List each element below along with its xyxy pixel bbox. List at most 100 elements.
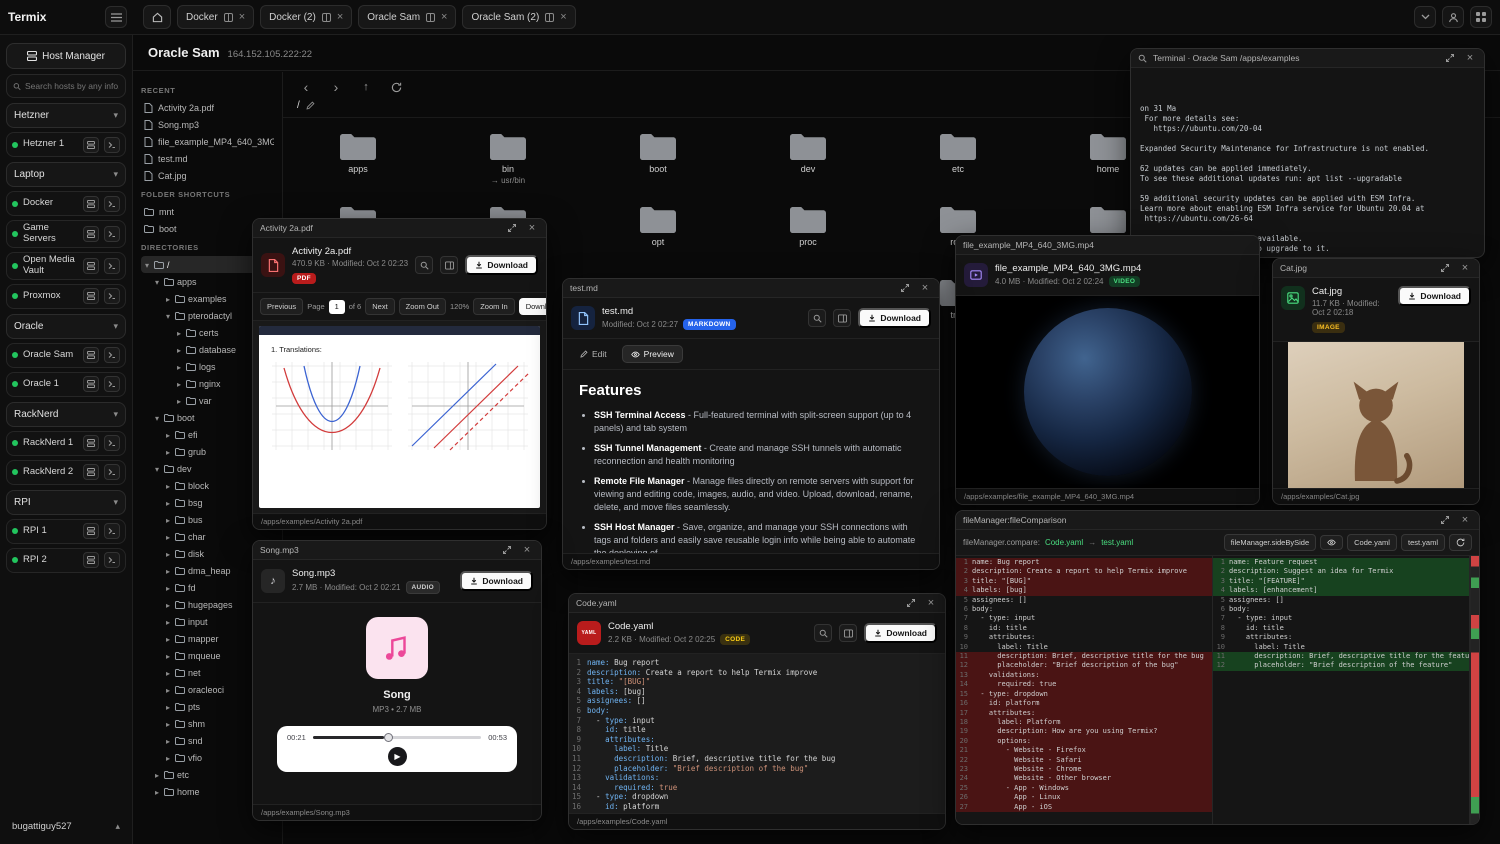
terminal-window-header[interactable]: Terminal · Oracle Sam /apps/examples: [1131, 49, 1484, 68]
close-icon[interactable]: [1463, 51, 1477, 65]
image-window-header[interactable]: Cat.jpg: [1273, 259, 1479, 278]
terminal-output[interactable]: on 31 Ma For more details see: https://u…: [1131, 68, 1484, 257]
seek-slider[interactable]: [313, 736, 481, 739]
left-file-button[interactable]: Code.yaml: [1347, 534, 1397, 551]
open-panel-button[interactable]: [839, 624, 857, 642]
tree-chevron-icon[interactable]: [175, 345, 183, 355]
tree-chevron-icon[interactable]: [164, 634, 172, 644]
tree-chevron-icon[interactable]: [164, 481, 172, 491]
tree-chevron-icon[interactable]: [143, 260, 151, 270]
host-item[interactable]: Hetzner 1: [6, 132, 126, 157]
tree-chevron-icon[interactable]: [164, 702, 172, 712]
download-button[interactable]: Download: [858, 308, 931, 328]
zoom-search-button[interactable]: [415, 256, 433, 274]
host-group-header[interactable]: Oracle: [6, 314, 126, 339]
tree-chevron-icon[interactable]: [164, 753, 172, 763]
chevron-down-icon[interactable]: [113, 321, 118, 332]
sidebar-toggle-button[interactable]: [105, 6, 127, 28]
session-tab[interactable]: Docker (2): [260, 5, 352, 29]
expand-icon[interactable]: [898, 281, 912, 295]
tree-chevron-icon[interactable]: [164, 583, 172, 593]
updates-button[interactable]: [1414, 6, 1436, 28]
close-tab-icon[interactable]: [560, 12, 566, 23]
tree-chevron-icon[interactable]: [164, 430, 172, 440]
host-item[interactable]: RPI 2: [6, 548, 126, 573]
file-manager-button[interactable]: [83, 137, 99, 153]
close-icon[interactable]: [918, 281, 932, 295]
profile-button[interactable]: [1442, 6, 1464, 28]
host-item[interactable]: Open Media Vault: [6, 252, 126, 280]
zoom-search-button[interactable]: [814, 624, 832, 642]
recent-file-item[interactable]: Activity 2a.pdf: [141, 99, 274, 116]
terminal-button[interactable]: [104, 288, 120, 304]
terminal-button[interactable]: [104, 552, 120, 568]
tree-chevron-icon[interactable]: [164, 685, 172, 695]
host-group-header[interactable]: RackNerd: [6, 402, 126, 427]
download-pdf-button[interactable]: Download: [519, 298, 546, 315]
comparison-window-header[interactable]: fileManager:fileComparison: [956, 511, 1479, 530]
terminal-button[interactable]: [104, 347, 120, 363]
folder-item[interactable]: boot: [583, 128, 733, 189]
terminal-button[interactable]: [104, 226, 120, 242]
code-window-header[interactable]: Code.yaml: [569, 594, 945, 613]
up-directory-button[interactable]: [357, 78, 375, 96]
chevron-down-icon[interactable]: [113, 409, 118, 420]
host-group-header[interactable]: Laptop: [6, 162, 126, 187]
video-player[interactable]: [956, 296, 1259, 488]
tree-chevron-icon[interactable]: [164, 651, 172, 661]
host-item[interactable]: RackNerd 2: [6, 460, 126, 485]
expand-icon[interactable]: [500, 543, 514, 557]
split-view-icon[interactable]: [322, 13, 331, 22]
tree-chevron-icon[interactable]: [164, 311, 172, 321]
host-item[interactable]: Oracle Sam: [6, 343, 126, 368]
seek-thumb[interactable]: [384, 733, 393, 742]
host-item[interactable]: Docker: [6, 191, 126, 216]
session-tab[interactable]: Oracle Sam: [358, 5, 456, 29]
folder-item[interactable]: opt: [583, 201, 733, 262]
open-panel-button[interactable]: [440, 256, 458, 274]
chevron-down-icon[interactable]: [113, 169, 118, 180]
tree-chevron-icon[interactable]: [164, 447, 172, 457]
expand-icon[interactable]: [904, 596, 918, 610]
zoom-in-button[interactable]: Zoom In: [473, 298, 515, 315]
tab-home[interactable]: [143, 5, 171, 29]
forward-button[interactable]: [327, 78, 345, 96]
pdf-canvas[interactable]: 1. Translations:: [253, 321, 546, 513]
close-icon[interactable]: [1458, 513, 1472, 527]
expand-icon[interactable]: [1438, 261, 1452, 275]
markdown-preview[interactable]: Features SSH Terminal Access - Full-feat…: [563, 370, 939, 553]
tree-chevron-icon[interactable]: [164, 600, 172, 610]
terminal-button[interactable]: [104, 464, 120, 480]
video-window-header[interactable]: file_example_MP4_640_3MG.mp4: [956, 236, 1259, 255]
tree-chevron-icon[interactable]: [153, 413, 161, 423]
download-button[interactable]: Download: [465, 255, 538, 275]
apps-grid-button[interactable]: [1470, 6, 1492, 28]
folder-item[interactable]: etc: [883, 128, 1033, 189]
terminal-button[interactable]: [104, 258, 120, 274]
host-item[interactable]: RPI 1: [6, 519, 126, 544]
tree-chevron-icon[interactable]: [164, 719, 172, 729]
tree-chevron-icon[interactable]: [153, 464, 161, 474]
host-item[interactable]: Oracle 1: [6, 372, 126, 397]
split-view-icon[interactable]: [426, 13, 435, 22]
expand-icon[interactable]: [1443, 51, 1457, 65]
close-tab-icon[interactable]: [239, 12, 245, 23]
tree-chevron-icon[interactable]: [153, 770, 161, 780]
file-manager-button[interactable]: [83, 464, 99, 480]
tree-chevron-icon[interactable]: [164, 668, 172, 678]
file-manager-button[interactable]: [83, 523, 99, 539]
terminal-button[interactable]: [104, 196, 120, 212]
edit-path-icon[interactable]: [306, 101, 315, 110]
folder-item[interactable]: dev: [733, 128, 883, 189]
host-search-input[interactable]: [25, 81, 119, 91]
zoom-out-button[interactable]: Zoom Out: [399, 298, 446, 315]
tree-chevron-icon[interactable]: [175, 396, 183, 406]
page-number-input[interactable]: [329, 300, 345, 314]
file-manager-button[interactable]: [83, 226, 99, 242]
diff-view[interactable]: 1name: Bug report 2description: Create a…: [956, 556, 1479, 824]
file-manager-button[interactable]: [83, 258, 99, 274]
pdf-window-header[interactable]: Activity 2a.pdf: [253, 219, 546, 238]
zoom-search-button[interactable]: [808, 309, 826, 327]
file-manager-button[interactable]: [83, 552, 99, 568]
tree-chevron-icon[interactable]: [164, 549, 172, 559]
